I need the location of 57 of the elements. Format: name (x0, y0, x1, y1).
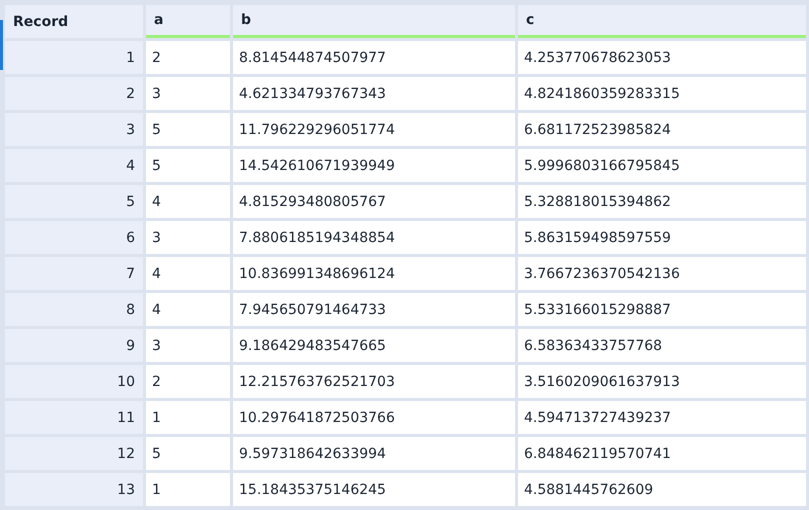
record-number: 7 (5, 257, 143, 290)
table-cell: 5.9996803166795845 (518, 149, 806, 182)
table-cell: 4 (146, 257, 230, 290)
table-cell: 2 (146, 365, 230, 398)
table-cell: 5 (146, 149, 230, 182)
column-header[interactable]: a (146, 5, 230, 38)
table-cell: 4.253770678623053 (518, 41, 806, 74)
table-cell: 10.836991348696124 (233, 257, 515, 290)
record-number: 6 (5, 221, 143, 254)
table-cell: 5.533166015298887 (518, 293, 806, 326)
table-cell: 12.215763762521703 (233, 365, 515, 398)
record-number: 4 (5, 149, 143, 182)
table-cell: 7.8806185194348854 (233, 221, 515, 254)
record-number: 1 (5, 41, 143, 74)
table-cell: 8.814544874507977 (233, 41, 515, 74)
column-header[interactable]: c (518, 5, 806, 38)
record-number: 13 (5, 473, 143, 506)
table-cell: 3 (146, 221, 230, 254)
table-cell: 15.18435375146245 (233, 473, 515, 506)
table-cell: 2 (146, 41, 230, 74)
record-number: 8 (5, 293, 143, 326)
table-cell: 6.848462119570741 (518, 437, 806, 470)
table-cell: 4 (146, 185, 230, 218)
table-cell: 10.297641872503766 (233, 401, 515, 434)
table-cell: 5.328818015394862 (518, 185, 806, 218)
record-number: 11 (5, 401, 143, 434)
table-cell: 1 (146, 401, 230, 434)
column-header[interactable]: Record (5, 5, 143, 38)
table-cell: 11.796229296051774 (233, 113, 515, 146)
table-cell: 4.5881445762609 (518, 473, 806, 506)
record-number: 3 (5, 113, 143, 146)
table-cell: 14.542610671939949 (233, 149, 515, 182)
table-cell: 6.681172523985824 (518, 113, 806, 146)
table-cell: 5 (146, 437, 230, 470)
table-cell: 4.621334793767343 (233, 77, 515, 110)
table-cell: 4.8241860359283315 (518, 77, 806, 110)
table-cell: 3 (146, 77, 230, 110)
table-cell: 6.58363433757768 (518, 329, 806, 362)
table-cell: 3.5160209061637913 (518, 365, 806, 398)
row-indicator (0, 20, 3, 70)
record-number: 12 (5, 437, 143, 470)
record-number: 5 (5, 185, 143, 218)
table-cell: 9.597318642633994 (233, 437, 515, 470)
table-cell: 4 (146, 293, 230, 326)
table-cell: 7.945650791464733 (233, 293, 515, 326)
table-cell: 4.815293480805767 (233, 185, 515, 218)
table-cell: 1 (146, 473, 230, 506)
table-cell: 9.186429483547665 (233, 329, 515, 362)
table-cell: 4.594713727439237 (518, 401, 806, 434)
table-cell: 5.863159498597559 (518, 221, 806, 254)
table-cell: 5 (146, 113, 230, 146)
record-number: 9 (5, 329, 143, 362)
table-cell: 3.7667236370542136 (518, 257, 806, 290)
table-cell: 3 (146, 329, 230, 362)
column-header[interactable]: b (233, 5, 515, 38)
record-number: 10 (5, 365, 143, 398)
record-number: 2 (5, 77, 143, 110)
